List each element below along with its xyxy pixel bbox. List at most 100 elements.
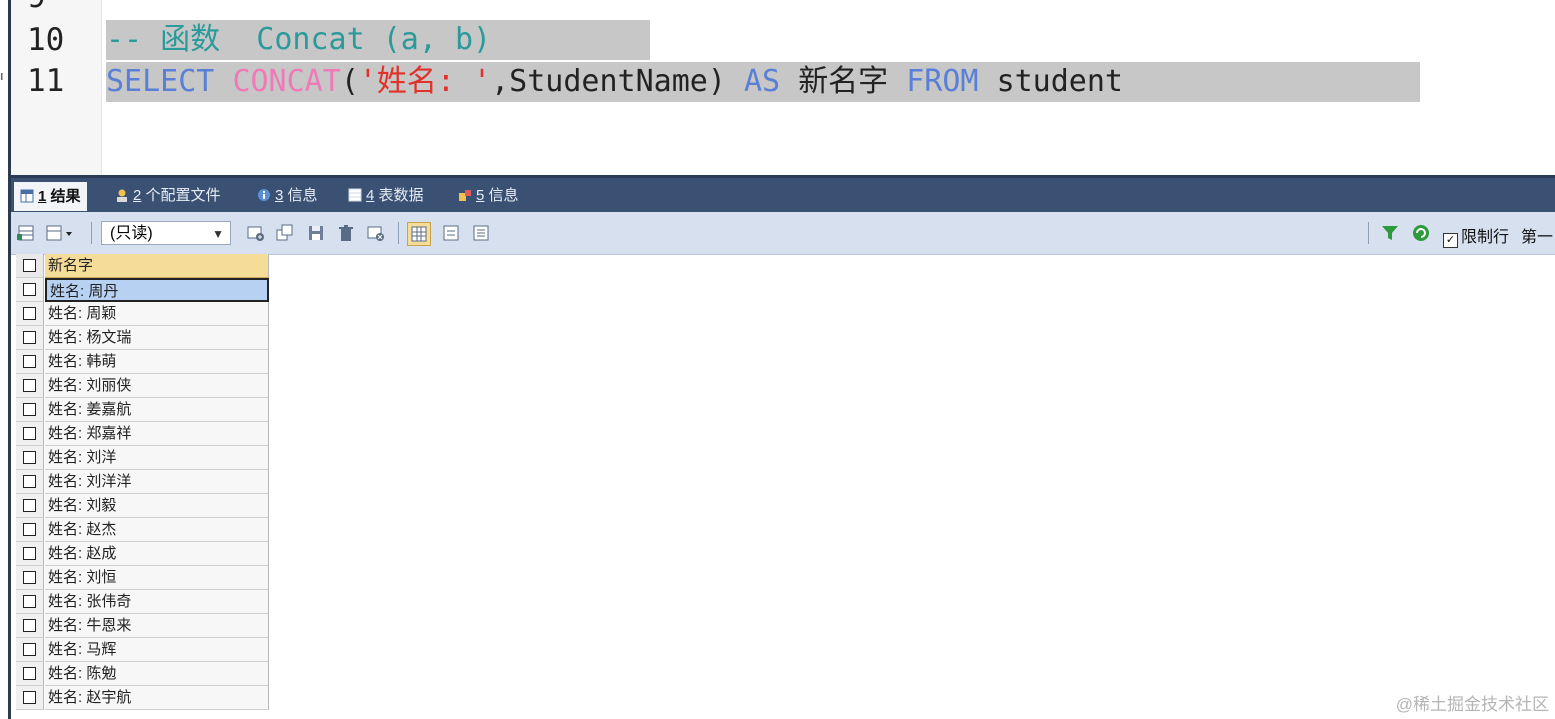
limit-rows-checkbox[interactable]: ✓ 限制行 [1443, 223, 1509, 248]
code-line-11[interactable]: SELECT CONCAT('姓名: ',StudentName) AS 新名字… [106, 62, 1420, 102]
toolbar-separator [398, 222, 399, 244]
row-select-cell[interactable] [16, 446, 44, 470]
form-view-icon[interactable] [442, 224, 460, 242]
checkbox-icon [23, 283, 36, 296]
row-select-cell[interactable] [16, 278, 44, 302]
edit-mode-select[interactable]: (只读) ▼ [101, 221, 231, 245]
checkbox-icon [23, 643, 36, 656]
tab-results[interactable]: 1 结果 [14, 182, 87, 211]
column-header[interactable]: 新名字 [45, 254, 269, 278]
table-row[interactable]: 姓名: 周丹 [16, 278, 269, 302]
line-number-gutter: 9 10 11 [11, 0, 102, 175]
checkbox-checked-icon: ✓ [1443, 233, 1458, 248]
row-select-cell[interactable] [16, 302, 44, 326]
row-select-cell[interactable] [16, 542, 44, 566]
keyword-as: AS [744, 64, 781, 99]
grid-cell[interactable]: 姓名: 张伟奇 [45, 590, 269, 614]
grid-view-icon[interactable] [407, 222, 431, 246]
grid-cell[interactable]: 姓名: 陈勉 [45, 662, 269, 686]
tab-info-2[interactable]: 5 信息 [458, 183, 519, 209]
tab-info[interactable]: 3 信息 [257, 183, 318, 209]
table-row[interactable]: 姓名: 周颖 [16, 302, 269, 326]
duplicate-row-icon[interactable] [276, 224, 294, 242]
grid-cell[interactable]: 姓名: 周丹 [45, 278, 269, 302]
table-name: student [996, 64, 1123, 99]
row-select-cell[interactable] [16, 614, 44, 638]
alias-name: 新名字 [798, 64, 889, 99]
table-row[interactable]: 姓名: 刘洋洋 [16, 470, 269, 494]
refresh-icon[interactable] [1412, 224, 1430, 242]
checkbox-icon [23, 307, 36, 320]
table-row[interactable]: 姓名: 姜嘉航 [16, 398, 269, 422]
info-icon [257, 185, 271, 201]
select-all-cell[interactable] [16, 254, 44, 278]
grid-cell[interactable]: 姓名: 郑嘉祥 [45, 422, 269, 446]
grid-cell[interactable]: 姓名: 刘毅 [45, 494, 269, 518]
grid-cell[interactable]: 姓名: 赵宇航 [45, 686, 269, 710]
row-select-cell[interactable] [16, 422, 44, 446]
delete-icon[interactable] [337, 224, 355, 242]
checkbox-icon [23, 691, 36, 704]
table-row[interactable]: 姓名: 杨文瑞 [16, 326, 269, 350]
checkbox-icon [23, 523, 36, 536]
row-select-cell[interactable] [16, 494, 44, 518]
checkbox-icon [23, 379, 36, 392]
grid-cell[interactable]: 姓名: 杨文瑞 [45, 326, 269, 350]
table-row[interactable]: 姓名: 赵宇航 [16, 686, 269, 710]
grid-cell[interactable]: 姓名: 牛恩来 [45, 614, 269, 638]
filter-icon[interactable] [1381, 224, 1399, 242]
grid-cell[interactable]: 姓名: 周颖 [45, 302, 269, 326]
table-row[interactable]: 姓名: 张伟奇 [16, 590, 269, 614]
import-dropdown-icon[interactable] [45, 224, 72, 242]
grid-cell[interactable]: 姓名: 刘丽侠 [45, 374, 269, 398]
export-grid-icon[interactable] [17, 224, 35, 242]
grid-cell[interactable]: 姓名: 赵杰 [45, 518, 269, 542]
sql-editor[interactable]: 9 10 11 ı -- 函数 Concat (a, b) SELECT CON… [0, 0, 1555, 175]
keyword-from: FROM [906, 64, 979, 99]
tab-table-data[interactable]: 4 表数据 [348, 183, 424, 209]
first-row-label: 第一 [1521, 229, 1554, 246]
grid-cell[interactable]: 姓名: 韩萌 [45, 350, 269, 374]
grid-cell[interactable]: 姓名: 姜嘉航 [45, 398, 269, 422]
table-row[interactable]: 姓名: 郑嘉祥 [16, 422, 269, 446]
table-row[interactable]: 姓名: 刘丽侠 [16, 374, 269, 398]
table-row[interactable]: 姓名: 赵杰 [16, 518, 269, 542]
row-select-cell[interactable] [16, 638, 44, 662]
grid-cell[interactable]: 姓名: 刘洋洋 [45, 470, 269, 494]
checkbox-icon [23, 547, 36, 560]
tab-profiles[interactable]: 2 个配置文件 [115, 183, 221, 209]
table-row[interactable]: 姓名: 刘洋 [16, 446, 269, 470]
table-row[interactable]: 姓名: 牛恩来 [16, 614, 269, 638]
table-icon [348, 185, 362, 202]
grid-cell[interactable]: 姓名: 马辉 [45, 638, 269, 662]
cancel-changes-icon[interactable] [367, 224, 385, 242]
grid-icon [20, 184, 34, 203]
row-select-cell[interactable] [16, 566, 44, 590]
cursor-marker: ı [0, 68, 4, 83]
add-row-icon[interactable] [247, 224, 265, 242]
row-select-cell[interactable] [16, 350, 44, 374]
toolbar-separator [91, 222, 92, 244]
table-row[interactable]: 姓名: 赵成 [16, 542, 269, 566]
text-view-icon[interactable] [472, 224, 490, 242]
row-select-cell[interactable] [16, 326, 44, 350]
table-row[interactable]: 姓名: 刘毅 [16, 494, 269, 518]
row-select-cell[interactable] [16, 398, 44, 422]
table-row[interactable]: 姓名: 刘恒 [16, 566, 269, 590]
field-studentname: ,StudentName) [491, 64, 726, 99]
row-select-cell[interactable] [16, 662, 44, 686]
table-row[interactable]: 姓名: 马辉 [16, 638, 269, 662]
row-select-cell[interactable] [16, 686, 44, 710]
grid-cell[interactable]: 姓名: 赵成 [45, 542, 269, 566]
table-row[interactable]: 姓名: 陈勉 [16, 662, 269, 686]
grid-cell[interactable]: 姓名: 刘洋 [45, 446, 269, 470]
open-paren: ( [340, 64, 359, 99]
row-select-cell[interactable] [16, 518, 44, 542]
table-row[interactable]: 姓名: 韩萌 [16, 350, 269, 374]
row-select-cell[interactable] [16, 374, 44, 398]
save-icon[interactable] [307, 224, 325, 242]
code-line-10[interactable]: -- 函数 Concat (a, b) [106, 20, 650, 60]
row-select-cell[interactable] [16, 590, 44, 614]
row-select-cell[interactable] [16, 470, 44, 494]
grid-cell[interactable]: 姓名: 刘恒 [45, 566, 269, 590]
